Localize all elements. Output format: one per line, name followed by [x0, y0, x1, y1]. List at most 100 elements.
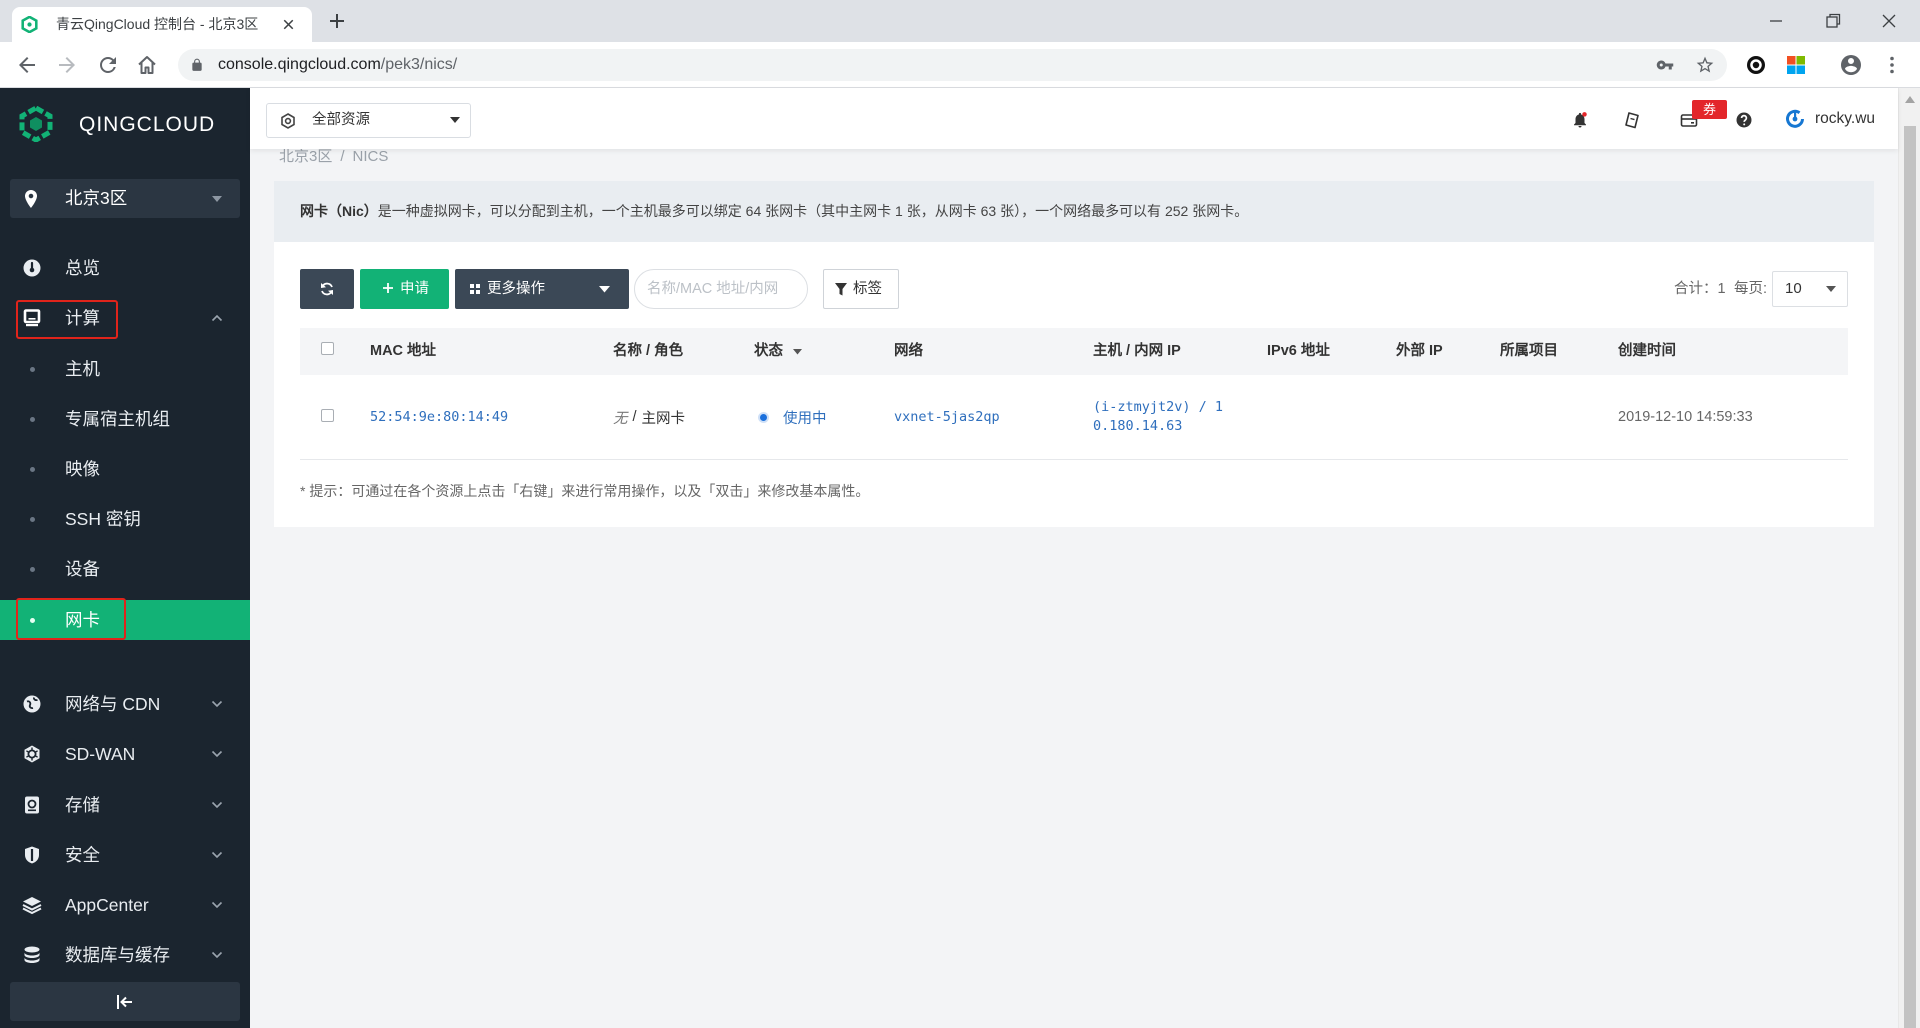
home-icon[interactable] [135, 53, 159, 77]
window-close-icon[interactable] [1879, 11, 1899, 31]
refresh-button[interactable] [300, 269, 354, 309]
browser-menu-icon[interactable] [1880, 53, 1904, 77]
sd-wan-icon [22, 744, 42, 764]
caret-down-icon [450, 117, 460, 124]
extension-ring-icon[interactable] [1744, 53, 1768, 77]
sidebar-item-sd-wan[interactable]: SD-WAN [0, 734, 250, 774]
user-account-icon[interactable] [1785, 109, 1805, 129]
column-header-created[interactable]: 创建时间 [1618, 328, 1676, 375]
window-restore-icon[interactable] [1823, 11, 1843, 31]
chevron-down-icon [211, 750, 223, 758]
scroll-up-arrow-icon[interactable] [1905, 96, 1915, 103]
globe-icon [22, 694, 42, 714]
tab-close-icon[interactable] [280, 16, 297, 33]
key-icon[interactable] [1656, 56, 1674, 74]
nic-role: 主网卡 [641, 410, 686, 427]
sidebar-subitem-devices[interactable]: 设备 [0, 549, 250, 589]
breadcrumb-current: NICS [352, 148, 389, 165]
reload-icon[interactable] [96, 53, 120, 77]
bookmark-star-icon[interactable] [1695, 55, 1715, 75]
sidebar-item-security[interactable]: 安全 [0, 835, 250, 875]
collapse-left-icon [115, 992, 135, 1012]
extension-windows-icon[interactable] [1784, 53, 1808, 77]
sidebar-subitem-dedicated-hosts[interactable]: 专属宿主机组 [0, 399, 250, 439]
host-ip-link[interactable]: (i-ztmyjt2v) / 10.180.14.63 [1093, 398, 1227, 436]
mac-address-link[interactable]: 52:54:9e:80:14:49 [370, 375, 508, 459]
database-icon [22, 945, 42, 965]
qingcloud-logo-icon[interactable] [18, 106, 54, 142]
layers-icon [22, 895, 42, 915]
lock-icon[interactable] [190, 58, 204, 72]
more-actions-button[interactable]: 更多操作 [455, 269, 629, 309]
new-tab-plus-icon[interactable] [327, 11, 347, 31]
caret-down-icon [211, 195, 223, 203]
info-title: 网卡（Nic） [300, 203, 378, 219]
bell-icon[interactable] [1571, 111, 1589, 129]
qingcloud-favicon-icon [21, 16, 38, 33]
sidebar-item-appcenter[interactable]: AppCenter [0, 885, 250, 925]
sidebar-item-database-cache[interactable]: 数据库与缓存 [0, 935, 250, 975]
sidebar-subitem-label: 设备 [65, 559, 100, 579]
scrollbar-thumb[interactable] [1904, 126, 1916, 1028]
column-header-mac[interactable]: MAC 地址 [370, 328, 436, 375]
column-header-name-role[interactable]: 名称 / 角色 [613, 328, 683, 375]
column-header-network[interactable]: 网络 [894, 328, 923, 375]
breadcrumb-region[interactable]: 北京3区 [279, 148, 332, 165]
chevron-down-icon [211, 901, 223, 909]
column-header-project[interactable]: 所属项目 [1500, 328, 1558, 375]
created-time: 2019-12-10 14:59:33 [1618, 409, 1753, 425]
status-cell: 使用中 [758, 375, 827, 459]
back-arrow-icon[interactable] [15, 53, 39, 77]
dashboard-icon [22, 258, 42, 278]
sidebar-subitem-ssh-keys[interactable]: SSH 密钥 [0, 499, 250, 539]
coupon-badge[interactable]: 券 [1692, 100, 1727, 119]
select-all-checkbox[interactable] [321, 342, 334, 355]
name-role-separator: / [632, 409, 637, 425]
column-header-host-ip[interactable]: 主机 / 内网 IP [1093, 328, 1181, 375]
page-size-select[interactable]: 10 [1772, 271, 1848, 307]
sidebar-item-label: 安全 [65, 845, 100, 865]
apply-nic-button[interactable]: 申请 [360, 269, 449, 309]
sidebar: QINGCLOUD 北京3区 总览 计算 主机 专属宿主机组 映像 SSH 密钥… [0, 88, 250, 1028]
tag-filter-button[interactable]: 标签 [823, 269, 899, 309]
network-link[interactable]: vxnet-5jas2qp [894, 375, 1000, 459]
browser-tab-active[interactable]: 青云QingCloud 控制台 - 北京3区 [12, 7, 312, 42]
browser-tab-strip: 青云QingCloud 控制台 - 北京3区 [0, 0, 1920, 42]
storage-drive-icon [22, 795, 42, 815]
url-path: /pek3/nics/ [380, 56, 458, 73]
chevron-down-icon [211, 700, 223, 708]
page-scrollbar[interactable] [1898, 88, 1920, 1028]
sidebar-subitem-label: 主机 [65, 359, 100, 379]
resource-scope-dropdown[interactable]: 全部资源 [266, 103, 471, 138]
address-bar[interactable]: console.qingcloud.com/pek3/nics/ [178, 49, 1727, 81]
status-dot-icon [758, 411, 769, 423]
url-text[interactable]: console.qingcloud.com/pek3/nics/ [218, 49, 457, 81]
chevron-down-icon [211, 801, 223, 809]
logo-text[interactable]: QINGCLOUD [79, 110, 215, 140]
search-input[interactable] [634, 269, 808, 309]
column-header-ipv6[interactable]: IPv6 地址 [1267, 328, 1330, 375]
sidebar-item-network-cdn[interactable]: 网络与 CDN [0, 684, 250, 724]
sidebar-item-label: 网络与 CDN [65, 694, 161, 714]
sidebar-item-overview[interactable]: 总览 [0, 248, 250, 288]
sidebar-subitem-instances[interactable]: 主机 [0, 349, 250, 389]
table-row[interactable]: 52:54:9e:80:14:49 无 / 主网卡 使用中 vxnet-5jas… [300, 375, 1848, 460]
sidebar-subitem-images[interactable]: 映像 [0, 449, 250, 489]
row-checkbox[interactable] [321, 409, 334, 422]
breadcrumb-separator: / [340, 148, 345, 165]
window-minimize-icon[interactable] [1766, 11, 1786, 31]
column-header-external-ip[interactable]: 外部 IP [1396, 328, 1443, 375]
forward-arrow-icon[interactable] [55, 53, 79, 77]
ticket-icon[interactable] [1624, 111, 1642, 129]
name-role-cell: 无 / 主网卡 [613, 375, 685, 459]
profile-avatar-icon[interactable] [1839, 53, 1863, 77]
sidebar-item-label: AppCenter [65, 895, 149, 915]
help-icon[interactable] [1735, 111, 1753, 129]
sidebar-item-storage[interactable]: 存储 [0, 785, 250, 825]
region-selector[interactable]: 北京3区 [10, 179, 240, 218]
more-actions-label: 更多操作 [487, 281, 545, 297]
sort-caret-icon[interactable] [793, 349, 802, 355]
username[interactable]: rocky.wu [1815, 88, 1875, 149]
column-header-status[interactable]: 状态 [754, 328, 783, 375]
sidebar-collapse-button[interactable] [10, 982, 240, 1021]
